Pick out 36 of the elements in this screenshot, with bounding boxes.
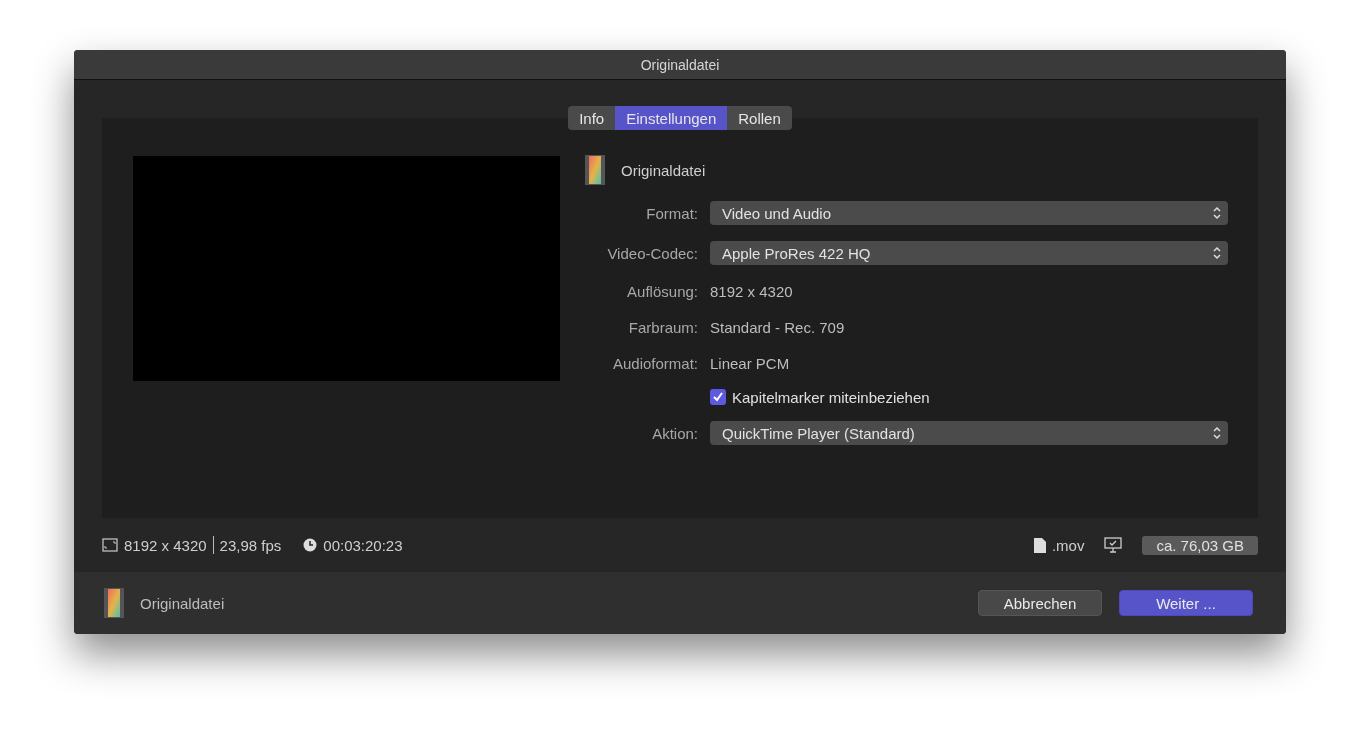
field-label: Audioformat: bbox=[611, 354, 699, 372]
popup-button[interactable]: Video und Audio bbox=[710, 201, 1228, 225]
field-label: Auflösung: bbox=[626, 282, 699, 300]
resolution-text: 8192 x 4320 bbox=[124, 536, 207, 554]
tab[interactable]: Rollen bbox=[727, 106, 792, 130]
document-icon bbox=[1033, 537, 1046, 553]
field-label: Format: bbox=[645, 204, 699, 222]
film-icon bbox=[104, 588, 124, 618]
field-label: Video-Codec: bbox=[606, 244, 699, 262]
field-value: 8192 x 4320 bbox=[710, 282, 793, 300]
monitor-icon bbox=[1104, 537, 1123, 553]
film-icon bbox=[585, 155, 605, 185]
extension-text: .mov bbox=[1051, 536, 1085, 554]
tab[interactable]: Einstellungen bbox=[615, 106, 728, 130]
chevron-icon bbox=[1212, 246, 1222, 260]
preset-name: Originaldatei bbox=[140, 594, 225, 612]
tab[interactable]: Info bbox=[568, 106, 616, 130]
popup-button[interactable]: QuickTime Player (Standard) bbox=[710, 421, 1228, 445]
cancel-button[interactable]: Abbrechen bbox=[978, 590, 1102, 616]
frame-rate-text: 23,98 fps bbox=[219, 536, 282, 554]
preset-name: Originaldatei bbox=[621, 161, 706, 179]
field-label: Aktion: bbox=[651, 424, 699, 442]
clock-icon bbox=[303, 538, 318, 552]
duration-text: 00:03:20:23 bbox=[323, 536, 403, 554]
chevron-icon bbox=[1212, 426, 1222, 440]
field-value: Linear PCM bbox=[710, 354, 790, 372]
field-label: Farbraum: bbox=[627, 318, 699, 336]
frame-size-icon bbox=[102, 538, 118, 552]
window-title: Originaldatei bbox=[640, 56, 720, 73]
continue-button[interactable]: Weiter ... bbox=[1119, 590, 1253, 616]
checkbox[interactable] bbox=[710, 389, 726, 405]
file-size: ca. 76,03 GB bbox=[1142, 535, 1258, 555]
chevron-icon bbox=[1212, 206, 1222, 220]
popup-button[interactable]: Apple ProRes 422 HQ bbox=[710, 241, 1228, 265]
field-value: Standard - Rec. 709 bbox=[710, 318, 845, 336]
checkbox-label[interactable]: Kapitelmarker miteinbeziehen bbox=[732, 388, 930, 406]
